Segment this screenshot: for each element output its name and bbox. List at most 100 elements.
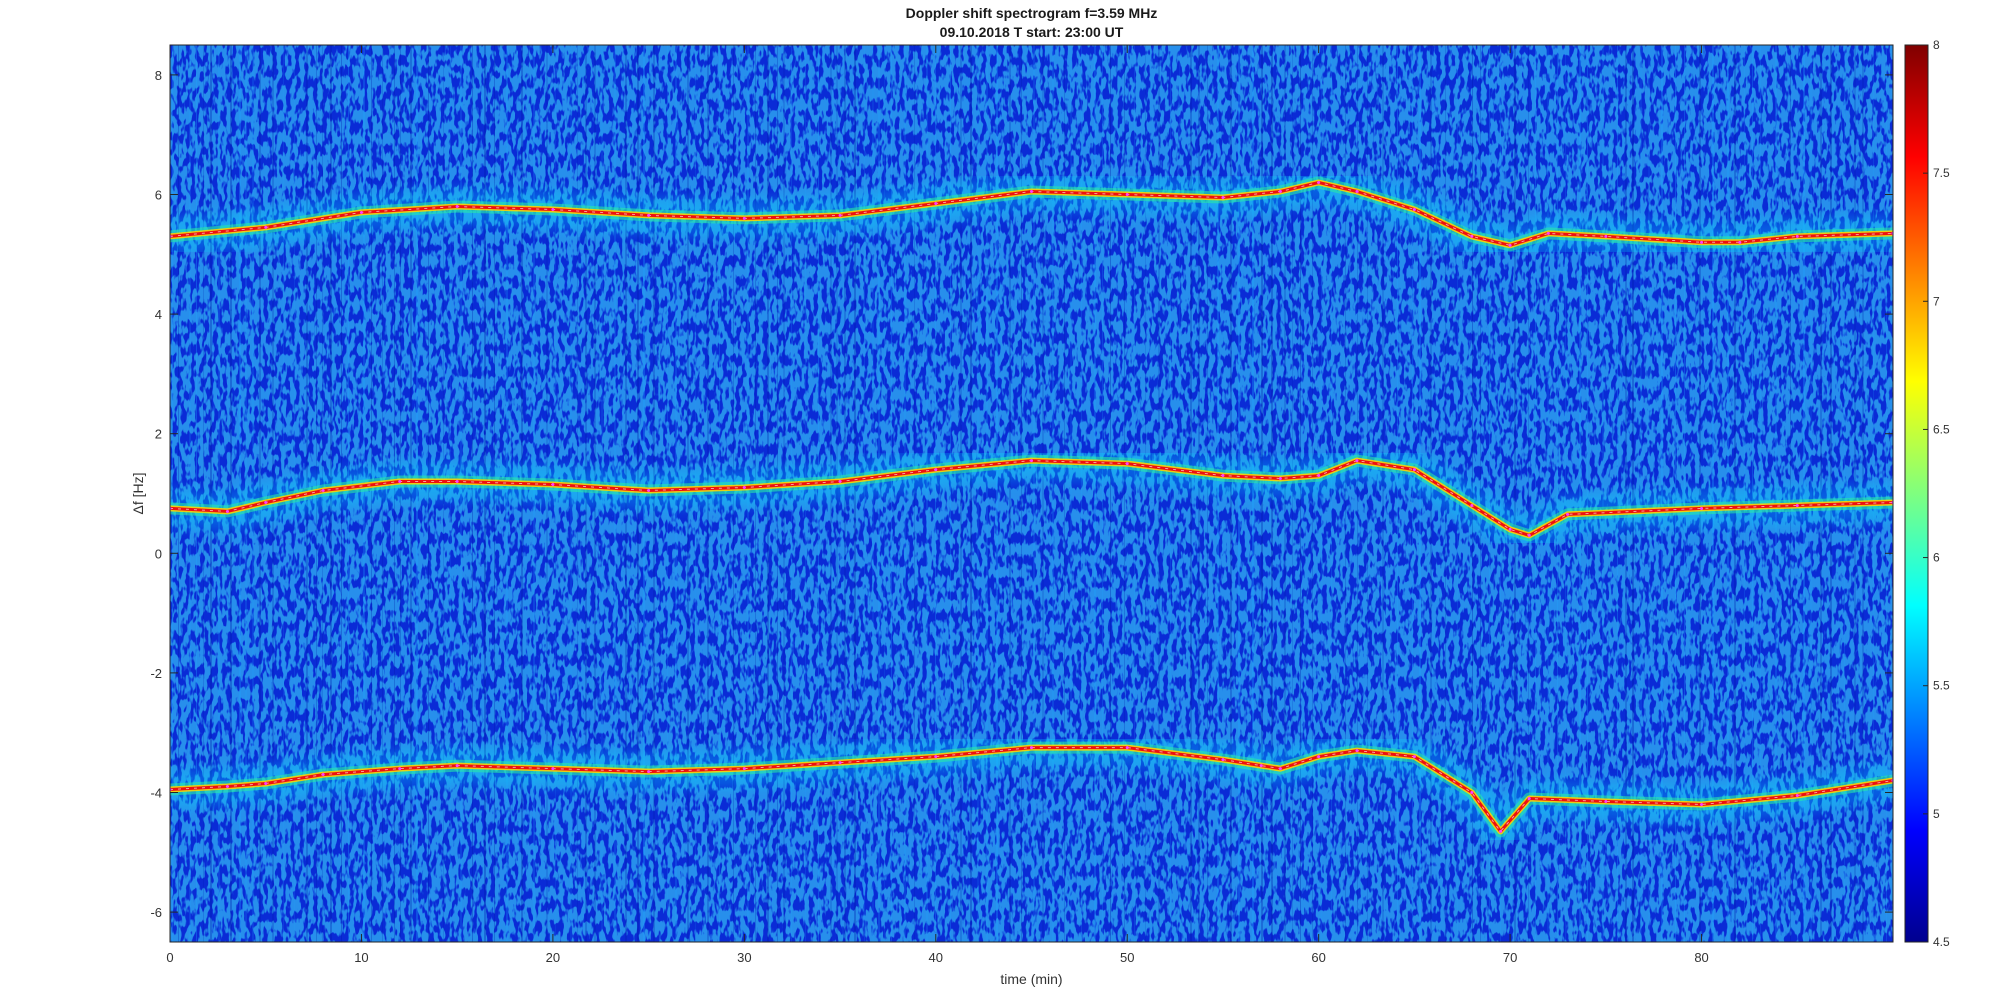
trace-point (934, 201, 938, 205)
trace-point (1508, 243, 1512, 247)
trace-point (455, 204, 459, 208)
x-tick-label: 10 (354, 950, 368, 965)
trace-point (264, 782, 268, 786)
trace-point (1795, 793, 1799, 797)
spectrogram-stripe (1397, 45, 1398, 942)
trace-point (1355, 749, 1359, 753)
spectrogram-chart: Doppler shift spectrogram f=3.59 MHz 09.… (130, 5, 1950, 987)
trace-point (359, 210, 363, 214)
colorbar-tick-label: 5 (1933, 807, 1940, 821)
trace-point (398, 767, 402, 771)
colorbar-gradient (1904, 44, 1929, 943)
y-tick-label: 8 (155, 68, 162, 83)
trace-point (1546, 231, 1550, 235)
trace-point (321, 773, 325, 777)
y-tick-label: 2 (155, 427, 162, 442)
trace-point (1030, 190, 1033, 194)
trace-point (1317, 755, 1321, 759)
trace-point (1470, 791, 1474, 794)
trace-point (838, 480, 842, 484)
trace-point (838, 213, 842, 217)
colorbar-tick-label: 4.5 (1933, 935, 1950, 949)
trace-point (1508, 527, 1512, 531)
trace-point (1030, 459, 1033, 463)
trace-point (1278, 190, 1282, 194)
x-axis-label: time (min) (1000, 971, 1062, 987)
x-tick-label: 80 (1694, 950, 1708, 965)
trace-point (225, 509, 229, 513)
trace-point (1317, 181, 1321, 185)
colorbar-tick-label: 7.5 (1933, 166, 1950, 180)
y-tick-label: 4 (155, 307, 162, 322)
trace-point (934, 468, 938, 472)
trace-point (1795, 234, 1799, 238)
plot-area (169, 44, 1894, 943)
trace-point (1125, 746, 1129, 750)
trace-point (647, 489, 651, 493)
trace-point (1527, 796, 1531, 800)
y-tick-label: -4 (150, 786, 162, 801)
trace-point (1221, 758, 1225, 762)
chart-subtitle: 09.10.2018 T start: 23:00 UT (940, 24, 1124, 40)
colorbar-tick-label: 7 (1933, 294, 1940, 308)
trace-point (1470, 234, 1474, 238)
trace-point (1412, 755, 1416, 759)
spectrogram-stripe (960, 45, 962, 942)
trace-point (1221, 195, 1225, 199)
y-tick-label: 6 (155, 188, 162, 203)
x-tick-label: 40 (929, 950, 943, 965)
trace-point (1700, 802, 1704, 806)
trace-point (1259, 764, 1263, 768)
y-tick-label: 0 (155, 546, 162, 561)
trace-point (1317, 474, 1321, 478)
trace-point (742, 767, 746, 771)
x-tick-label: 20 (546, 950, 560, 965)
trace-point (1355, 459, 1359, 463)
trace-point (934, 755, 938, 759)
x-tick-label: 0 (166, 950, 173, 965)
trace-point (551, 483, 555, 487)
x-tick-label: 60 (1311, 950, 1325, 965)
trace-point (1700, 240, 1704, 244)
trace-point (1125, 193, 1129, 196)
spectrogram-stripe (914, 45, 915, 942)
spectrogram-stripe (935, 45, 936, 942)
x-tick-label: 70 (1503, 950, 1517, 965)
spectrogram-stripe (950, 45, 951, 942)
trace-point (1795, 503, 1799, 507)
trace-point (398, 480, 402, 484)
trace-point (1278, 767, 1282, 771)
y-tick-label: -2 (150, 666, 162, 681)
trace-point (551, 207, 555, 211)
trace-point (455, 480, 459, 484)
colorbar-tick-label: 5.5 (1933, 679, 1950, 693)
trace-point (1527, 533, 1531, 537)
spectrogram-stripe (1412, 45, 1413, 942)
trace-point (1412, 207, 1416, 211)
colorbar-tick-label: 8 (1933, 38, 1940, 52)
trace-point (455, 764, 459, 768)
chart-title: Doppler shift spectrogram f=3.59 MHz (906, 5, 1158, 21)
y-tick-label: -6 (150, 905, 162, 920)
trace-point (225, 785, 229, 789)
trace-point (838, 761, 842, 765)
trace-point (1125, 462, 1129, 466)
spectrogram-stripe (970, 45, 972, 942)
trace-point (1604, 234, 1608, 238)
trace-point (264, 225, 268, 229)
trace-point (1499, 829, 1503, 833)
trace-point (1030, 746, 1033, 750)
trace-point (1738, 240, 1742, 244)
trace-point (1412, 468, 1416, 472)
x-tick-label: 50 (1120, 950, 1134, 965)
trace-point (551, 767, 555, 771)
trace-point (742, 216, 746, 220)
trace-point (1604, 799, 1608, 803)
trace-point (1566, 512, 1570, 516)
spectrogram-stripe (926, 45, 928, 942)
trace-point (321, 489, 325, 493)
colorbar: 4.5 5 5.5 6 6.5 7 7.5 8 (1904, 38, 1950, 949)
spectrogram-stripe (904, 45, 906, 942)
colorbar-tick-label: 6.5 (1933, 422, 1950, 436)
trace-point (647, 213, 651, 217)
